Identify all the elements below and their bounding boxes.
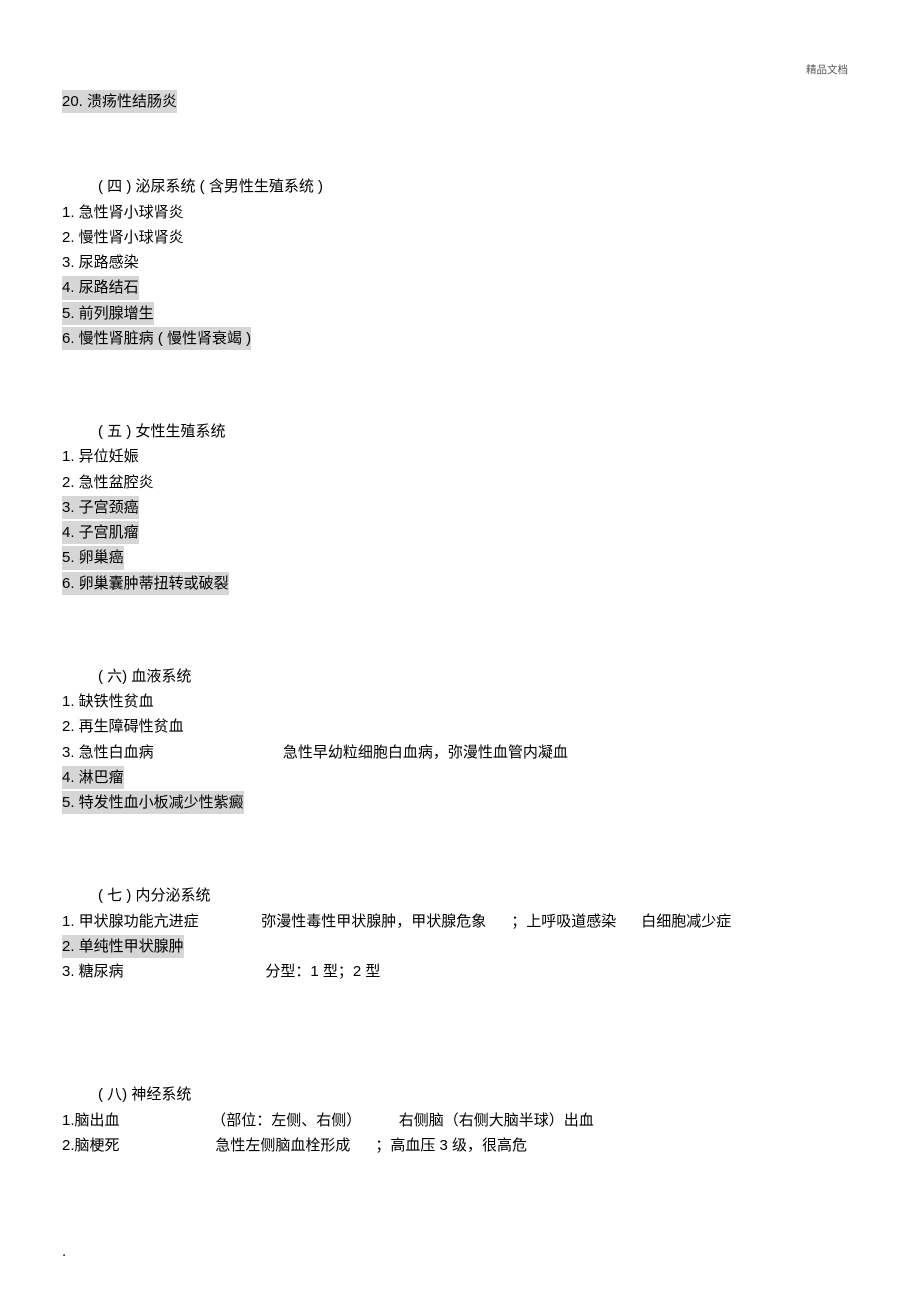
section: ( 七 ) 内分泌系统 1. 甲状腺功能亢进症 弥漫性毒性甲状腺肿，甲状腺危象 ；… [62, 884, 858, 983]
section: ( 四 ) 泌尿系统 ( 含男性生殖系统 ) 1. 急性肾小球肾炎2. 慢性肾小球… [62, 175, 858, 350]
section-title: ( 六) 血液系统 [98, 665, 858, 688]
list-item: 1. 急性肾小球肾炎 [62, 201, 858, 224]
list-item: 2.脑梗死 急性左侧脑血栓形成 ；高血压 3 级，很高危 [62, 1134, 858, 1157]
top-item-line: 20. 溃疡性结肠炎 [62, 90, 858, 113]
list-item: 5. 前列腺增生 [62, 302, 858, 325]
list-item: 5. 特发性血小板减少性紫癜 [62, 791, 858, 814]
item-extra: 分型：1 型；2 型 [124, 960, 381, 983]
item-text: 3. 急性白血病 [62, 741, 154, 764]
list-item: 4. 子宫肌瘤 [62, 521, 858, 544]
section-title: ( 四 ) 泌尿系统 ( 含男性生殖系统 ) [98, 175, 858, 198]
list-item: 2. 单纯性甲状腺肿 [62, 935, 858, 958]
list-item: 4. 尿路结石 [62, 276, 858, 299]
item-text: 4. 淋巴瘤 [62, 766, 124, 789]
footer-dot: . [62, 1240, 66, 1263]
item-text: 5. 卵巢癌 [62, 546, 124, 569]
list-item: 6. 慢性肾脏病 ( 慢性肾衰竭 ) [62, 327, 858, 350]
list-item: 2. 慢性肾小球肾炎 [62, 226, 858, 249]
list-item: 4. 淋巴瘤 [62, 766, 858, 789]
item-extra: （部位：左侧、右侧） 右侧脑（右侧大脑半球）出血 [120, 1109, 594, 1132]
top-item: 20. 溃疡性结肠炎 [62, 90, 177, 113]
list-item: 3. 急性白血病 急性早幼粒细胞白血病，弥漫性血管内凝血 [62, 741, 858, 764]
header-note: 精品文档 [806, 62, 848, 78]
item-text: 6. 慢性肾脏病 ( 慢性肾衰竭 ) [62, 327, 251, 350]
item-text: 4. 子宫肌瘤 [62, 521, 139, 544]
item-text: 2. 再生障碍性贫血 [62, 715, 184, 738]
list-item: 1. 异位妊娠 [62, 445, 858, 468]
item-text: 2.脑梗死 [62, 1134, 120, 1157]
item-text: 1.脑出血 [62, 1109, 120, 1132]
item-text: 2. 单纯性甲状腺肿 [62, 935, 184, 958]
item-extra: 急性左侧脑血栓形成 ；高血压 3 级，很高危 [120, 1134, 528, 1157]
item-text: 2. 慢性肾小球肾炎 [62, 226, 184, 249]
item-text: 1. 急性肾小球肾炎 [62, 201, 184, 224]
item-extra: 弥漫性毒性甲状腺肿，甲状腺危象 ；上呼吸道感染 白细胞减少症 [199, 910, 732, 933]
list-item: 1. 甲状腺功能亢进症 弥漫性毒性甲状腺肿，甲状腺危象 ；上呼吸道感染 白细胞减… [62, 910, 858, 933]
item-text: 4. 尿路结石 [62, 276, 139, 299]
item-text: 5. 特发性血小板减少性紫癜 [62, 791, 244, 814]
list-item: 3. 糖尿病 分型：1 型；2 型 [62, 960, 858, 983]
list-item: 1.脑出血 （部位：左侧、右侧） 右侧脑（右侧大脑半球）出血 [62, 1109, 858, 1132]
section-title: ( 八) 神经系统 [98, 1083, 858, 1106]
item-text: 3. 子宫颈癌 [62, 496, 139, 519]
item-text: 6. 卵巢囊肿蒂扭转或破裂 [62, 572, 229, 595]
item-text: 3. 糖尿病 [62, 960, 124, 983]
sections-container: ( 四 ) 泌尿系统 ( 含男性生殖系统 ) 1. 急性肾小球肾炎2. 慢性肾小球… [62, 175, 858, 1157]
section: ( 八) 神经系统 1.脑出血 （部位：左侧、右侧） 右侧脑（右侧大脑半球）出血2… [62, 1083, 858, 1157]
list-item: 2. 急性盆腔炎 [62, 471, 858, 494]
item-text: 3. 尿路感染 [62, 251, 139, 274]
section-title: ( 五 ) 女性生殖系统 [98, 420, 858, 443]
item-text: 2. 急性盆腔炎 [62, 471, 154, 494]
section: ( 六) 血液系统1. 缺铁性贫血2. 再生障碍性贫血 3. 急性白血病 急性早幼… [62, 665, 858, 815]
item-text: 1. 缺铁性贫血 [62, 690, 154, 713]
list-item: 3. 子宫颈癌 [62, 496, 858, 519]
item-text: 1. 异位妊娠 [62, 445, 139, 468]
list-item: 1. 缺铁性贫血 [62, 690, 858, 713]
item-extra: 急性早幼粒细胞白血病，弥漫性血管内凝血 [154, 741, 568, 764]
section: ( 五 ) 女性生殖系统1. 异位妊娠 2. 急性盆腔炎3. 子宫颈癌4. 子宫肌… [62, 420, 858, 595]
section-title: ( 七 ) 内分泌系统 [98, 884, 858, 907]
item-text: 5. 前列腺增生 [62, 302, 154, 325]
list-item: 3. 尿路感染 [62, 251, 858, 274]
item-text: 1. 甲状腺功能亢进症 [62, 910, 199, 933]
list-item: 2. 再生障碍性贫血 [62, 715, 858, 738]
list-item: 5. 卵巢癌 [62, 546, 858, 569]
list-item: 6. 卵巢囊肿蒂扭转或破裂 [62, 572, 858, 595]
